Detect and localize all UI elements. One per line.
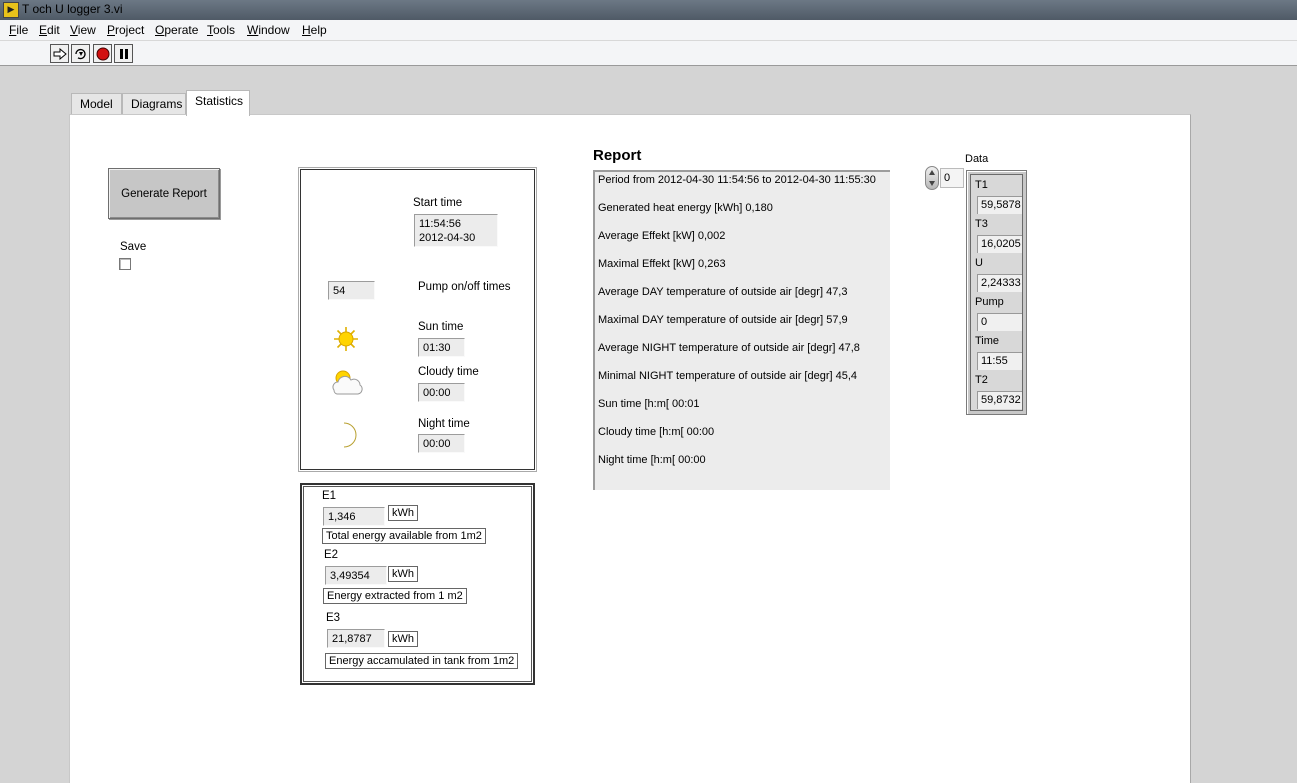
- data-u-value: 2,24333: [977, 274, 1022, 292]
- e2-indicator: 3,49354: [325, 566, 387, 585]
- menu-edit[interactable]: Edit: [39, 23, 60, 37]
- report-line-maximal-day-temp: Maximal DAY temperature of outside air […: [598, 314, 848, 326]
- menu-window[interactable]: Window: [247, 23, 290, 37]
- tab-statistics[interactable]: Statistics: [186, 90, 250, 116]
- e2-label: E2: [324, 549, 339, 561]
- menu-mnemonic: W: [247, 23, 259, 37]
- report-line-average-day-temp: Average DAY temperature of outside air […: [598, 286, 848, 298]
- window-title: T och U logger 3.vi: [22, 2, 123, 16]
- report-title: Report: [593, 147, 642, 164]
- pump-label: Pump on/off times: [418, 281, 511, 293]
- e3-description: Energy accamulated in tank from 1m2: [325, 653, 519, 669]
- menu-tools[interactable]: Tools: [207, 23, 235, 37]
- cloudy-time-indicator: 00:00: [418, 383, 465, 402]
- array-index-input[interactable]: 0: [940, 168, 964, 188]
- tab-model[interactable]: Model: [71, 93, 122, 115]
- menu-mnemonic: V: [70, 23, 78, 37]
- menu-label-rest: iew: [77, 23, 96, 37]
- start-time-indicator: 11:54:56 2012-04-30: [414, 214, 498, 247]
- menu-mnemonic: H: [302, 23, 311, 37]
- menu-label-rest: elp: [310, 23, 327, 37]
- menu-label-rest: roject: [115, 23, 145, 37]
- data-t3-value: 16,0205: [977, 235, 1022, 253]
- report-line-night-time: Night time [h:m[ 00:00: [598, 454, 706, 466]
- report-line-sun-time: Sun time [h:m[ 00:01: [598, 398, 700, 410]
- night-time-indicator: 00:00: [418, 434, 465, 453]
- report-line-average-effekt: Average Effekt [kW] 0,002: [598, 230, 726, 242]
- menu-operate[interactable]: Operate: [155, 23, 198, 37]
- run-continuously-icon: [75, 48, 86, 59]
- sun-icon: [334, 327, 358, 351]
- spinner-arrows-icon: [929, 170, 935, 186]
- data-t1-label: T1: [975, 179, 988, 191]
- start-time-label: Start time: [413, 197, 463, 209]
- pause-icon: [119, 48, 128, 59]
- pump-count-indicator: 54: [328, 281, 375, 300]
- night-time-label: Night time: [418, 418, 470, 430]
- report-line-minimal-night-temp: Minimal NIGHT temperature of outside air…: [598, 370, 858, 382]
- moon-icon: [343, 422, 357, 448]
- menu-label-rest: perate: [164, 23, 199, 37]
- menu-mnemonic: E: [39, 23, 48, 37]
- e1-unit: kWh: [388, 505, 418, 521]
- e3-indicator: 21,8787: [327, 629, 385, 648]
- menu-label-rest: dit: [47, 23, 60, 37]
- cloudy-time-label: Cloudy time: [418, 366, 479, 378]
- run-icon: [53, 47, 67, 60]
- tab-diagrams[interactable]: Diagrams: [122, 93, 186, 115]
- e1-description: Total energy available from 1m2: [322, 528, 486, 544]
- save-checkbox[interactable]: [119, 258, 131, 270]
- sun-time-indicator: 01:30: [418, 338, 465, 357]
- report-line-average-night-temp: Average NIGHT temperature of outside air…: [598, 342, 860, 354]
- pause-button[interactable]: [114, 44, 133, 63]
- report-line-maximal-effekt: Maximal Effekt [kW] 0,263: [598, 258, 726, 270]
- e1-indicator: 1,346: [323, 507, 385, 526]
- data-time-value: 11:55: [977, 352, 1022, 370]
- data-pump-value: 0: [977, 313, 1022, 331]
- e3-unit: kWh: [388, 631, 418, 647]
- report-line-cloudy-time: Cloudy time [h:m[ 00:00: [598, 426, 715, 438]
- menu-project[interactable]: Project: [107, 23, 144, 37]
- data-t1-value: 59,5878: [977, 196, 1022, 214]
- menu-view[interactable]: View: [70, 23, 96, 37]
- save-label: Save: [120, 241, 147, 253]
- data-t2-value: 59,8732: [977, 391, 1022, 409]
- labview-app-icon: ▶: [3, 2, 19, 18]
- abort-icon: [96, 47, 109, 60]
- data-time-label: Time: [975, 335, 1000, 347]
- e3-label: E3: [326, 612, 341, 624]
- e2-description: Energy extracted from 1 m2: [323, 588, 467, 604]
- data-pump-label: Pump: [975, 296, 1004, 308]
- report-line-period: Period from 2012-04-30 11:54:56 to 2012-…: [598, 174, 876, 186]
- cloudy-icon: [332, 370, 363, 395]
- data-u-label: U: [975, 257, 983, 269]
- menu-help[interactable]: Help: [302, 23, 327, 37]
- e1-label: E1: [322, 490, 337, 502]
- data-t3-label: T3: [975, 218, 988, 230]
- sun-time-label: Sun time: [418, 321, 464, 333]
- menu-label-rest: ile: [16, 23, 29, 37]
- report-text-box[interactable]: Period from 2012-04-30 11:54:56 to 2012-…: [593, 170, 890, 490]
- data-cluster: T1 59,5878 T3 16,0205 U 2,24333 Pump 0 T…: [970, 174, 1023, 411]
- e2-unit: kWh: [388, 566, 418, 582]
- run-button[interactable]: [50, 44, 69, 63]
- abort-button[interactable]: [93, 44, 112, 63]
- menu-label-rest: ools: [213, 23, 236, 37]
- menu-mnemonic: P: [107, 23, 116, 37]
- toolbar: [0, 41, 1297, 66]
- menu-bar: File Edit View Project Operate Tools Window Hel…: [0, 20, 1297, 41]
- data-array: T1 59,5878 T3 16,0205 U 2,24333 Pump 0 T…: [966, 170, 1027, 415]
- array-index-spinner[interactable]: [925, 166, 939, 190]
- report-line-heat-energy: Generated heat energy [kWh] 0,180: [598, 202, 773, 214]
- generate-report-button[interactable]: Generate Report: [108, 168, 220, 219]
- menu-file[interactable]: File: [9, 23, 28, 37]
- menu-label-rest: indow: [258, 23, 290, 37]
- run-continuously-button[interactable]: [71, 44, 90, 63]
- menu-mnemonic: O: [155, 23, 165, 37]
- data-array-label: Data: [965, 153, 989, 165]
- data-t2-label: T2: [975, 374, 988, 386]
- title-bar: ▶ T och U logger 3.vi: [0, 0, 1297, 20]
